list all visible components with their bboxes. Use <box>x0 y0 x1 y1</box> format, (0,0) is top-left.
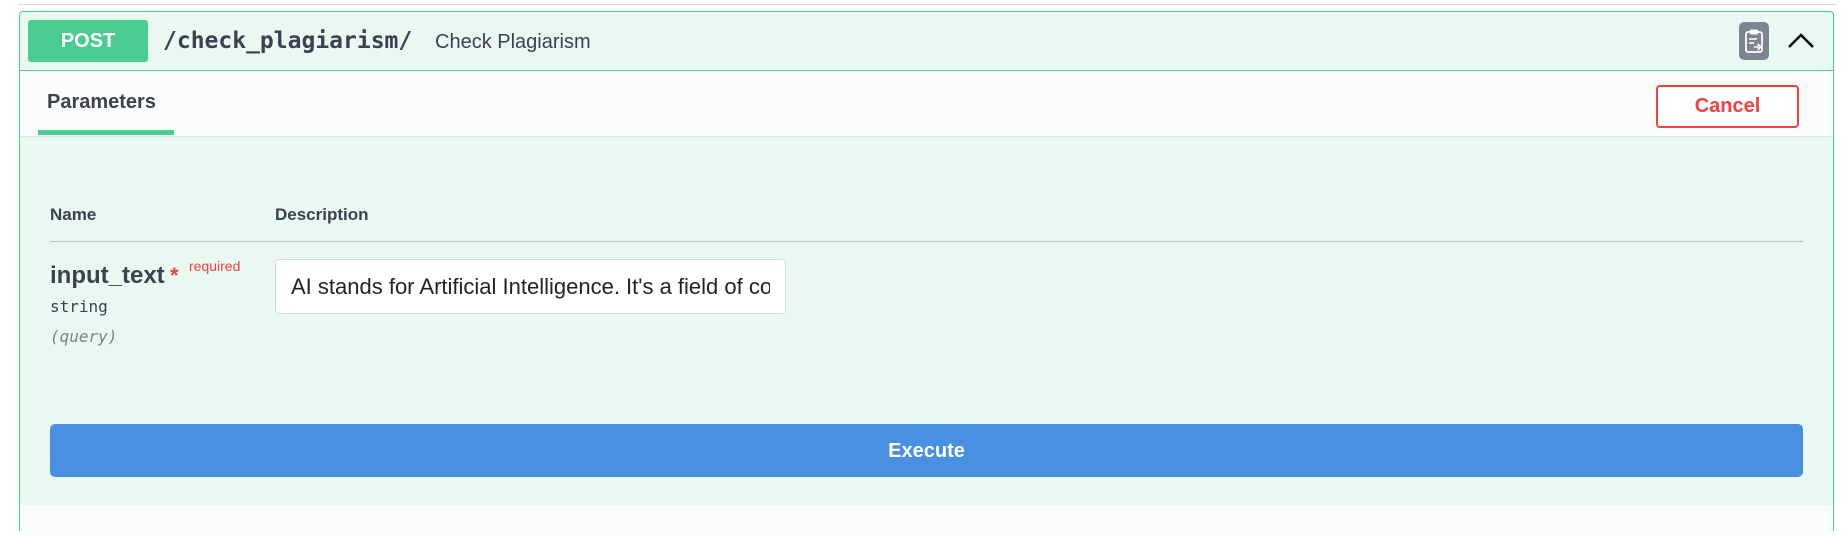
responses-section-edge <box>20 505 1833 535</box>
operation-summary[interactable]: POST /check_plagiarism/ Check Plagiarism <box>20 12 1833 71</box>
parameters-table: Name Description input_text * required s… <box>20 137 1833 505</box>
required-label: required <box>189 258 241 274</box>
column-header-description: Description <box>275 205 369 224</box>
operation-block-post: POST /check_plagiarism/ Check Plagiarism… <box>19 11 1834 535</box>
execute-button[interactable]: Execute <box>50 424 1803 477</box>
clipboard-icon <box>1745 29 1763 53</box>
operation-path[interactable]: /check_plagiarism/ <box>163 26 412 56</box>
required-star: * <box>170 263 179 288</box>
column-header-name: Name <box>50 205 97 224</box>
input-text-field[interactable] <box>275 259 786 314</box>
collapse-button[interactable] <box>1786 28 1816 54</box>
copy-to-clipboard-button[interactable] <box>1739 22 1769 60</box>
operation-summary-text[interactable]: Check Plagiarism <box>435 29 591 55</box>
header-divider <box>50 241 1803 242</box>
parameter-type: string <box>50 297 108 316</box>
parameter-location: (query) <box>50 327 118 346</box>
parameter-name: input_text <box>50 262 165 289</box>
section-header: Parameters Cancel <box>20 71 1833 137</box>
tab-parameters[interactable]: Parameters <box>38 71 174 135</box>
previous-block-edge <box>18 0 1836 5</box>
tab-parameters-label: Parameters <box>47 91 156 113</box>
chevron-up-icon <box>1788 33 1814 48</box>
method-badge[interactable]: POST <box>28 20 148 62</box>
cancel-button[interactable]: Cancel <box>1656 85 1799 128</box>
